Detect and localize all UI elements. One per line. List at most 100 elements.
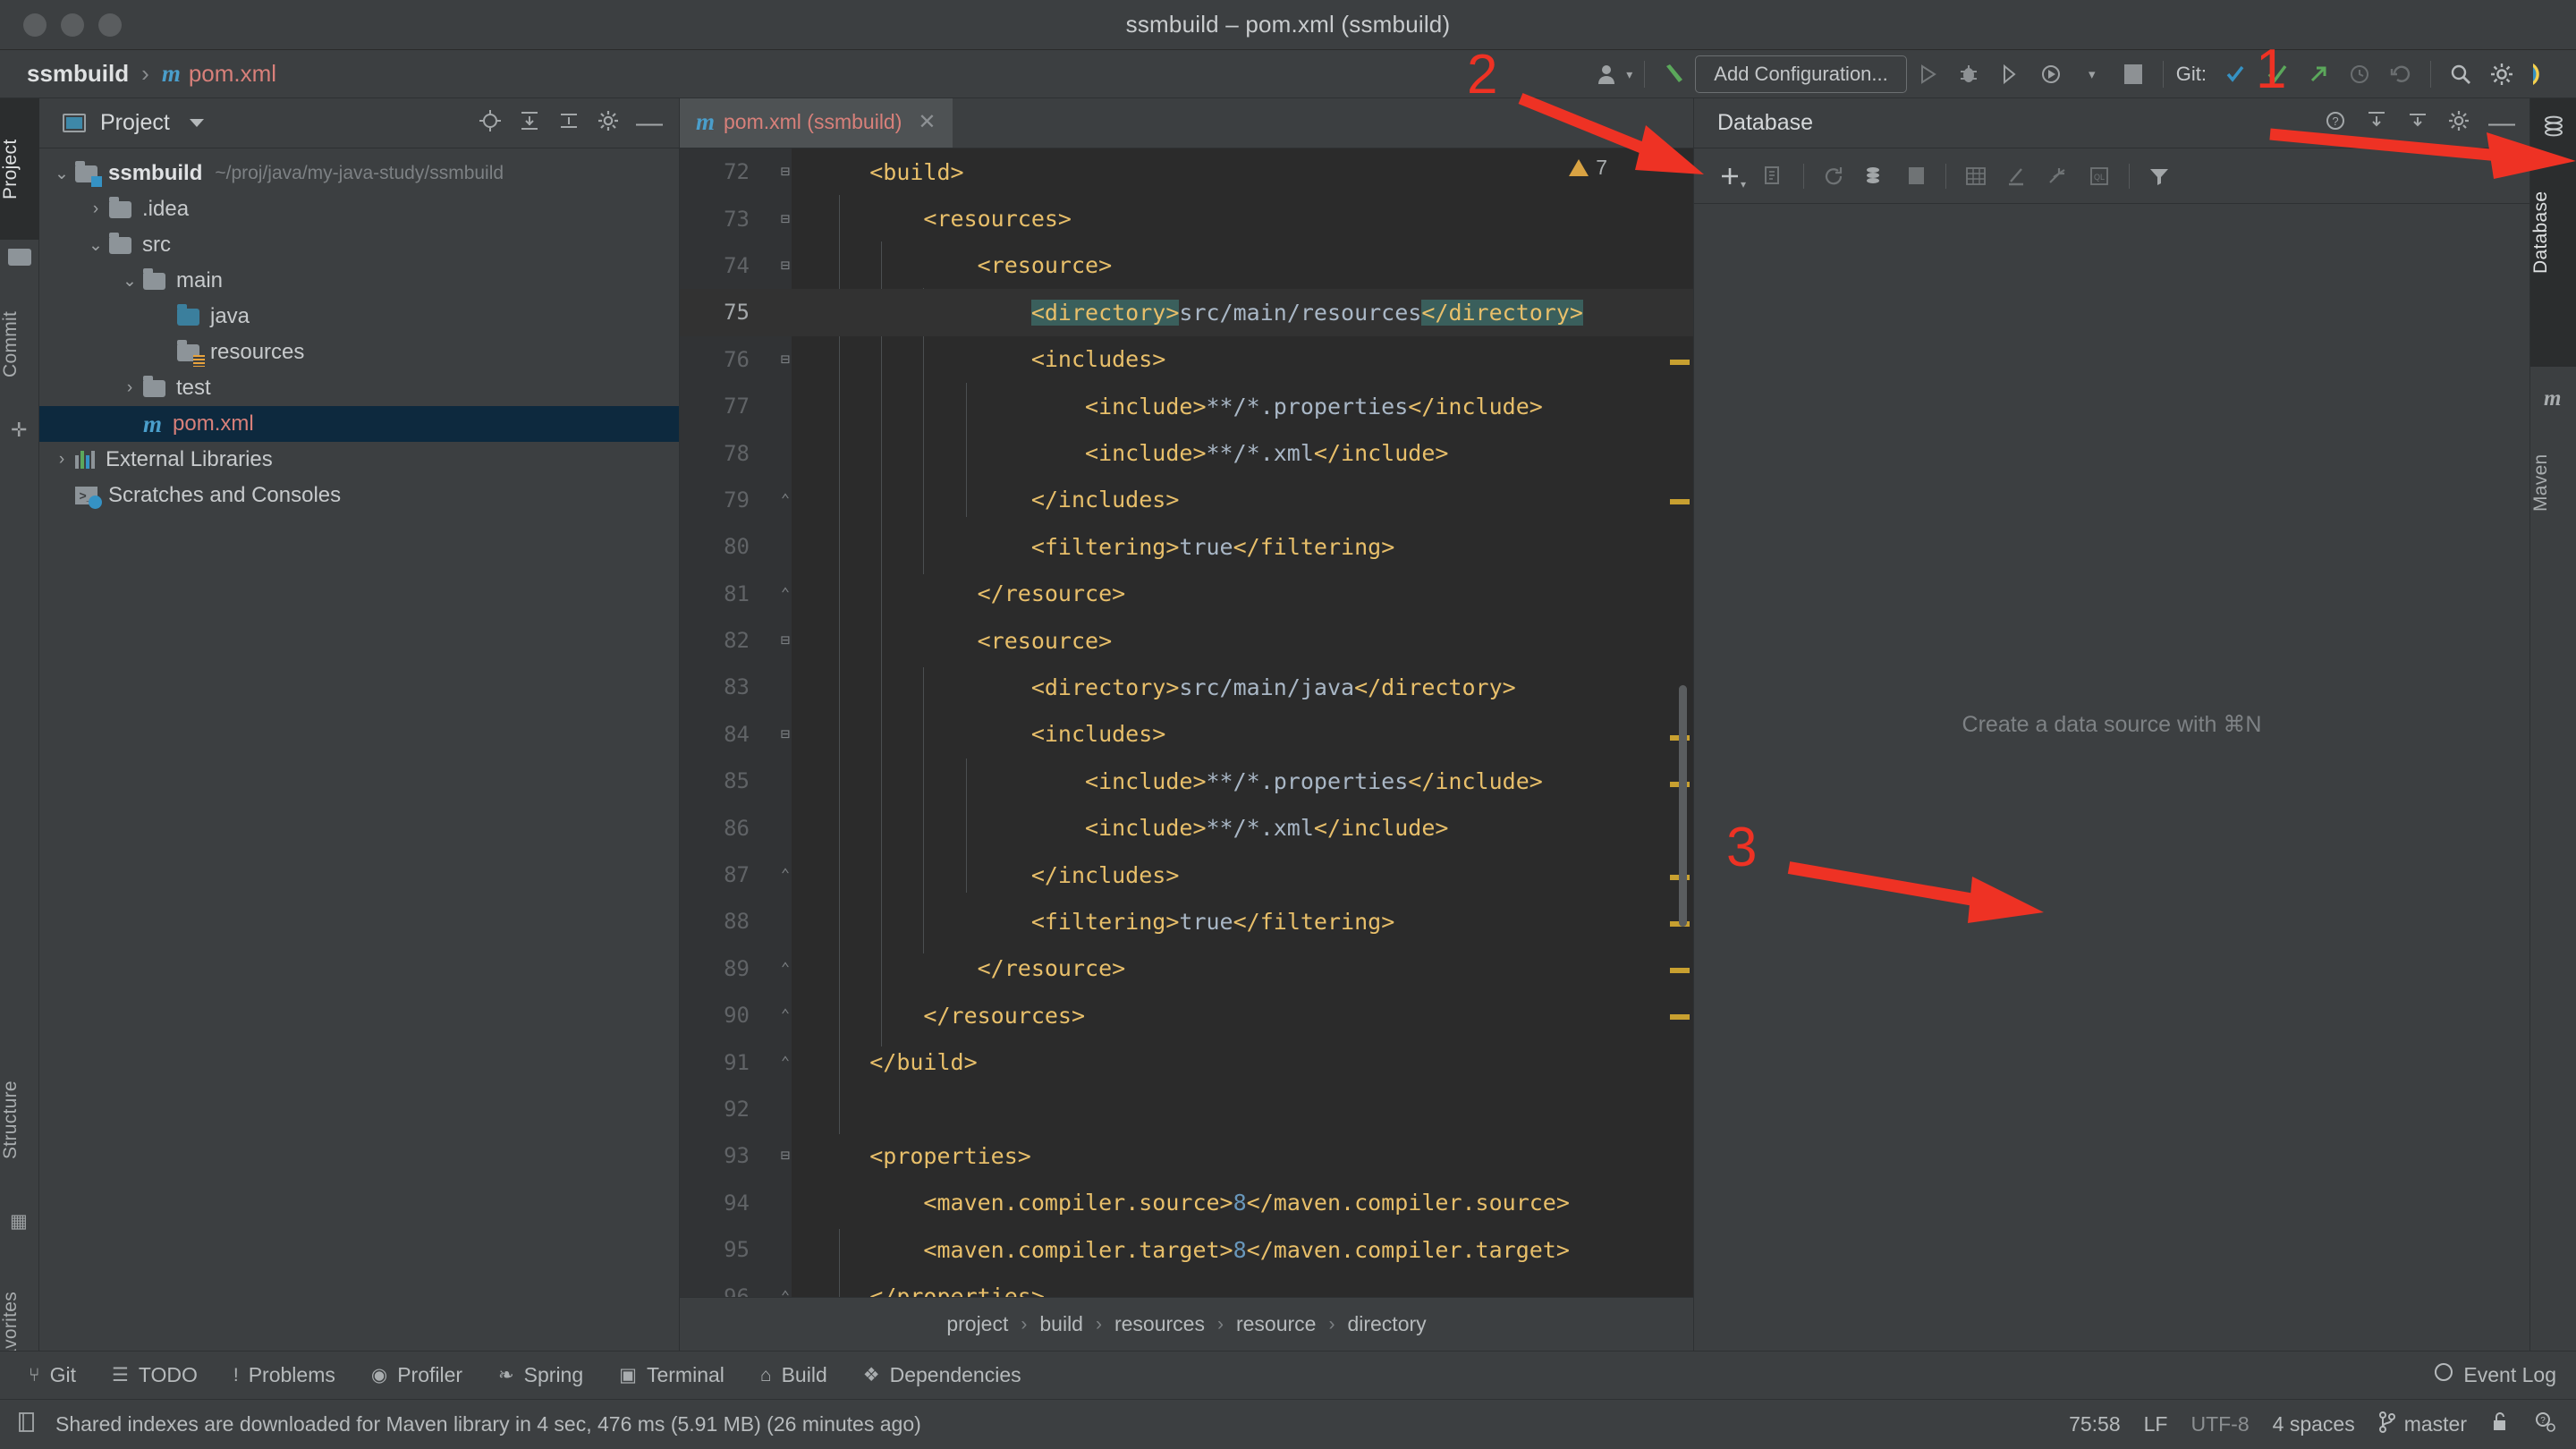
code-line[interactable]: 86 <include>**/*.xml</include>: [680, 804, 1693, 851]
sidebar-item-structure[interactable]: Structure: [0, 1038, 39, 1203]
chevron-right-icon[interactable]: ›: [48, 450, 75, 470]
breadcrumb-file[interactable]: pom.xml: [189, 60, 276, 88]
code-line[interactable]: 89⌃ </resource>: [680, 945, 1693, 992]
refresh-icon[interactable]: [1813, 156, 1854, 197]
undo-icon[interactable]: [2380, 54, 2421, 95]
expand-icon[interactable]: [2365, 109, 2388, 138]
editor-scrollbar[interactable]: [1679, 685, 1687, 927]
table-icon[interactable]: [1955, 156, 1996, 197]
indent-setting[interactable]: 4 spaces: [2273, 1412, 2355, 1436]
code-line[interactable]: 73⊟ <resources>: [680, 195, 1693, 242]
breadcrumb-item-resources[interactable]: resources: [1114, 1312, 1205, 1336]
code-line[interactable]: 87⌃ </includes>: [680, 852, 1693, 898]
breadcrumb-item-directory[interactable]: directory: [1347, 1312, 1426, 1336]
code-line[interactable]: 82⊟ <resource>: [680, 617, 1693, 664]
chevron-down-icon[interactable]: ⌄: [82, 235, 109, 256]
breadcrumb-item-resource[interactable]: resource: [1236, 1312, 1316, 1336]
tree-item-src[interactable]: ⌄src: [39, 227, 679, 263]
inspection-icon[interactable]: ?: [2533, 1411, 2556, 1439]
fold-toggle-icon[interactable]: ⊟: [769, 631, 801, 649]
run-icon[interactable]: [1907, 54, 1948, 95]
bottom-tab-build[interactable]: ⌂Build: [742, 1363, 845, 1387]
sidebar-item-project[interactable]: Project: [0, 98, 39, 240]
code-line[interactable]: 75 <directory>src/main/resources</direct…: [680, 289, 1693, 335]
line-separator[interactable]: LF: [2144, 1412, 2168, 1436]
bottom-tool-tabs[interactable]: ⑂Git☰TODO!Problems◉Profiler❧Spring▣Termi…: [0, 1351, 2576, 1399]
breadcrumb-item-project[interactable]: project: [946, 1312, 1008, 1336]
fold-toggle-icon[interactable]: ⊟: [769, 1147, 801, 1165]
tree-item-external-libraries[interactable]: ›External Libraries: [39, 442, 679, 478]
bottom-tab-spring[interactable]: ❧Spring: [480, 1363, 601, 1387]
code-line[interactable]: 83 <directory>src/main/java</directory>: [680, 664, 1693, 710]
inspection-warnings[interactable]: 7: [1569, 156, 1607, 180]
fold-toggle-icon[interactable]: ⌃: [769, 585, 801, 603]
settings-icon[interactable]: [2481, 54, 2522, 95]
code-line[interactable]: 76⊟ <includes>: [680, 336, 1693, 383]
expand-all-icon[interactable]: [518, 109, 541, 138]
code-line[interactable]: 77 <include>**/*.properties</include>: [680, 383, 1693, 429]
run-coverage-icon[interactable]: [1989, 54, 2030, 95]
code-line[interactable]: 74⊟ <resource>: [680, 242, 1693, 289]
collapse-all-icon[interactable]: [557, 109, 580, 138]
code-lines[interactable]: 72⊟ <build>73⊟ <resources>74⊟ <resource>…: [680, 148, 1693, 1297]
project-tree[interactable]: ⌄ssmbuild~/proj/java/my-java-study/ssmbu…: [39, 148, 679, 513]
tree-item-java[interactable]: java: [39, 299, 679, 335]
chevron-up-icon[interactable]: ⌃: [1640, 157, 1657, 183]
code-line[interactable]: 95 <maven.compiler.target>8</maven.compi…: [680, 1226, 1693, 1273]
build-hammer-icon[interactable]: [1654, 54, 1695, 95]
user-avatar-icon[interactable]: ▾: [1594, 54, 1635, 95]
fold-toggle-icon[interactable]: ⌃: [769, 491, 801, 509]
hide-panel-icon[interactable]: —: [2488, 115, 2515, 131]
code-line[interactable]: 72⊟ <build>: [680, 148, 1693, 195]
profile-dropdown-icon[interactable]: ▾: [2072, 54, 2113, 95]
fold-toggle-icon[interactable]: ⊟: [769, 351, 801, 369]
settings-icon[interactable]: [2447, 109, 2470, 138]
fold-toggle-icon[interactable]: ⌃: [769, 1054, 801, 1072]
stop-icon[interactable]: [1895, 156, 1936, 197]
chevron-right-icon[interactable]: ›: [82, 199, 109, 219]
code-line[interactable]: 92: [680, 1086, 1693, 1132]
chevron-down-icon[interactable]: ⌄: [116, 271, 143, 292]
code-line[interactable]: 90⌃ </resources>: [680, 992, 1693, 1038]
query-console-icon[interactable]: QL: [2079, 156, 2120, 197]
bottom-tab-dependencies[interactable]: ❖Dependencies: [845, 1363, 1039, 1387]
collapse-icon[interactable]: [2406, 109, 2429, 138]
tree-item-main[interactable]: ⌄main: [39, 263, 679, 299]
code-line[interactable]: 96⌃ </properties>: [680, 1273, 1693, 1297]
bottom-tab-problems[interactable]: !Problems: [216, 1363, 353, 1387]
code-line[interactable]: 94 <maven.compiler.source>8</maven.compi…: [680, 1180, 1693, 1226]
code-line[interactable]: 88 <filtering>true</filtering>: [680, 898, 1693, 945]
fold-toggle-icon[interactable]: ⌃: [769, 866, 801, 884]
fold-toggle-icon[interactable]: ⊟: [769, 210, 801, 228]
sidebar-item-commit[interactable]: Commit: [0, 277, 39, 411]
fold-toggle-icon[interactable]: ⌃: [769, 960, 801, 978]
git-branch-widget[interactable]: master: [2378, 1411, 2467, 1439]
jump-to-icon[interactable]: [2038, 156, 2079, 197]
git-update-icon[interactable]: [2216, 54, 2257, 95]
event-log-button[interactable]: Event Log: [2433, 1351, 2556, 1399]
tree-item--idea[interactable]: ›.idea: [39, 191, 679, 227]
breadcrumb-item-build[interactable]: build: [1039, 1312, 1083, 1336]
hide-panel-icon[interactable]: —: [636, 115, 663, 131]
fold-toggle-icon[interactable]: ⊟: [769, 257, 801, 275]
unlocked-icon[interactable]: [2490, 1411, 2510, 1439]
chevron-right-icon[interactable]: ›: [116, 378, 143, 398]
locate-icon[interactable]: [479, 109, 502, 138]
tree-item-ssmbuild[interactable]: ⌄ssmbuild~/proj/java/my-java-study/ssmbu…: [39, 156, 679, 191]
modify-icon[interactable]: [1996, 156, 2038, 197]
code-line[interactable]: 79⌃ </includes>: [680, 477, 1693, 523]
code-line[interactable]: 93⊟ <properties>: [680, 1132, 1693, 1179]
bottom-tab-profiler[interactable]: ◉Profiler: [353, 1363, 480, 1387]
tab-pom-xml[interactable]: m pom.xml (ssmbuild) ✕: [680, 98, 953, 148]
git-push-icon[interactable]: [2298, 54, 2339, 95]
bottom-tab-todo[interactable]: ☰TODO: [94, 1363, 216, 1387]
tree-item-pom-xml[interactable]: mpom.xml: [39, 406, 679, 442]
filter-icon[interactable]: [2139, 156, 2180, 197]
bottom-tab-terminal[interactable]: ▣Terminal: [601, 1363, 742, 1387]
chevron-down-icon[interactable]: [190, 119, 204, 127]
tree-item-resources[interactable]: resources: [39, 335, 679, 370]
stop-icon[interactable]: [2113, 54, 2154, 95]
debug-icon[interactable]: [1948, 54, 1989, 95]
add-configuration-button[interactable]: Add Configuration...: [1695, 55, 1906, 93]
profile-icon[interactable]: [2030, 54, 2072, 95]
